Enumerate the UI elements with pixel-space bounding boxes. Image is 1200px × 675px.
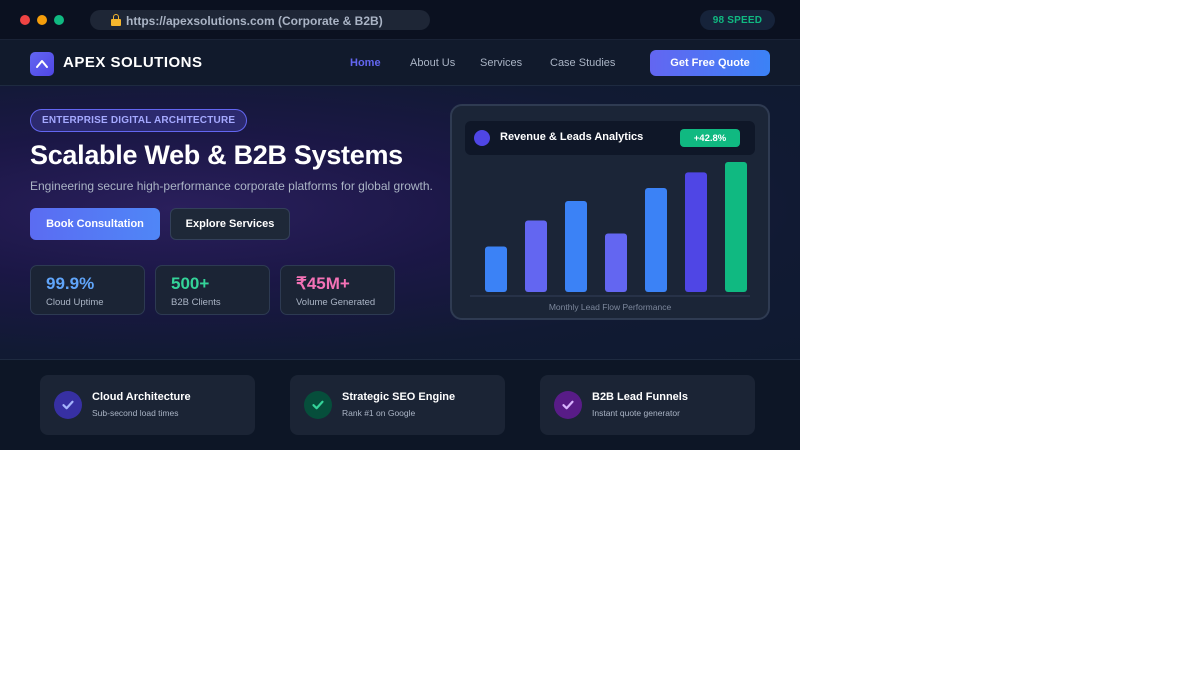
chart-bar-1 — [485, 246, 507, 292]
maximize-window-button[interactable] — [54, 15, 64, 25]
feature-card-cloud[interactable]: Cloud Architecture Sub-second load times — [40, 375, 255, 435]
feature-subtitle: Rank #1 on Google — [342, 408, 416, 418]
hero-title: Scalable Web & B2B Systems — [30, 140, 403, 170]
book-consultation-button[interactable]: Book Consultation — [30, 208, 160, 240]
logo-icon[interactable] — [30, 52, 54, 76]
nav-link-home[interactable]: Home — [350, 57, 381, 69]
site-navbar: APEX SOLUTIONS Home About Us Services Ca… — [0, 40, 800, 86]
chart-bar-5 — [645, 188, 667, 292]
chart-caption: Monthly Lead Flow Performance — [548, 302, 672, 312]
chart-bar-2 — [525, 220, 547, 292]
browser-window: https://apexsolutions.com (Corporate & B… — [0, 0, 800, 450]
feature-subtitle: Instant quote generator — [592, 408, 680, 418]
close-window-button[interactable] — [20, 15, 30, 25]
lock-icon — [111, 14, 121, 26]
nav-link-case-studies[interactable]: Case Studies — [550, 57, 615, 69]
stat-card-clients: 500+ B2B Clients — [155, 265, 270, 315]
stat-value: ₹45M+ — [296, 274, 350, 293]
stat-value: 500+ — [171, 274, 210, 293]
chart-bar-4 — [605, 233, 627, 292]
feature-title: Cloud Architecture — [92, 391, 191, 403]
stat-label: Cloud Uptime — [46, 297, 104, 308]
stat-label: B2B Clients — [171, 297, 221, 308]
explore-services-button[interactable]: Explore Services — [170, 208, 290, 240]
check-icon — [304, 391, 332, 419]
nav-link-about[interactable]: About Us — [410, 57, 455, 69]
url-text: https://apexsolutions.com (Corporate & B… — [126, 14, 383, 28]
hero-subtitle: Engineering secure high-performance corp… — [30, 179, 433, 193]
analytics-card: Revenue & Leads Analytics +42.8% Monthly… — [450, 104, 770, 320]
chart-bar-3 — [565, 201, 587, 292]
feature-title: Strategic SEO Engine — [342, 391, 456, 403]
feature-subtitle: Sub-second load times — [92, 408, 179, 418]
logo-text[interactable]: APEX SOLUTIONS — [63, 54, 203, 71]
features-strip: Cloud Architecture Sub-second load times… — [0, 360, 800, 450]
stat-card-volume: ₹45M+ Volume Generated — [280, 265, 395, 315]
nav-link-services[interactable]: Services — [480, 57, 522, 69]
stat-card-uptime: 99.9% Cloud Uptime — [30, 265, 145, 315]
speed-badge: 98 SPEED — [700, 10, 775, 30]
stat-value: 99.9% — [46, 274, 95, 293]
minimize-window-button[interactable] — [37, 15, 47, 25]
stat-label: Volume Generated — [296, 297, 376, 308]
check-icon — [54, 391, 82, 419]
feature-title: B2B Lead Funnels — [592, 391, 688, 403]
check-icon — [554, 391, 582, 419]
feature-card-seo[interactable]: Strategic SEO Engine Rank #1 on Google — [290, 375, 505, 435]
chart-bar-6 — [685, 172, 707, 292]
feature-card-funnels[interactable]: B2B Lead Funnels Instant quote generator — [540, 375, 755, 435]
hero-section: ENTERPRISE DIGITAL ARCHITECTURE Scalable… — [0, 86, 800, 360]
lead-flow-bar-chart — [470, 162, 750, 297]
get-free-quote-button[interactable]: Get Free Quote — [650, 50, 770, 76]
chart-bar-7 — [725, 162, 747, 292]
browser-toolbar: https://apexsolutions.com (Corporate & B… — [0, 0, 800, 40]
hero-badge: ENTERPRISE DIGITAL ARCHITECTURE — [30, 109, 248, 132]
